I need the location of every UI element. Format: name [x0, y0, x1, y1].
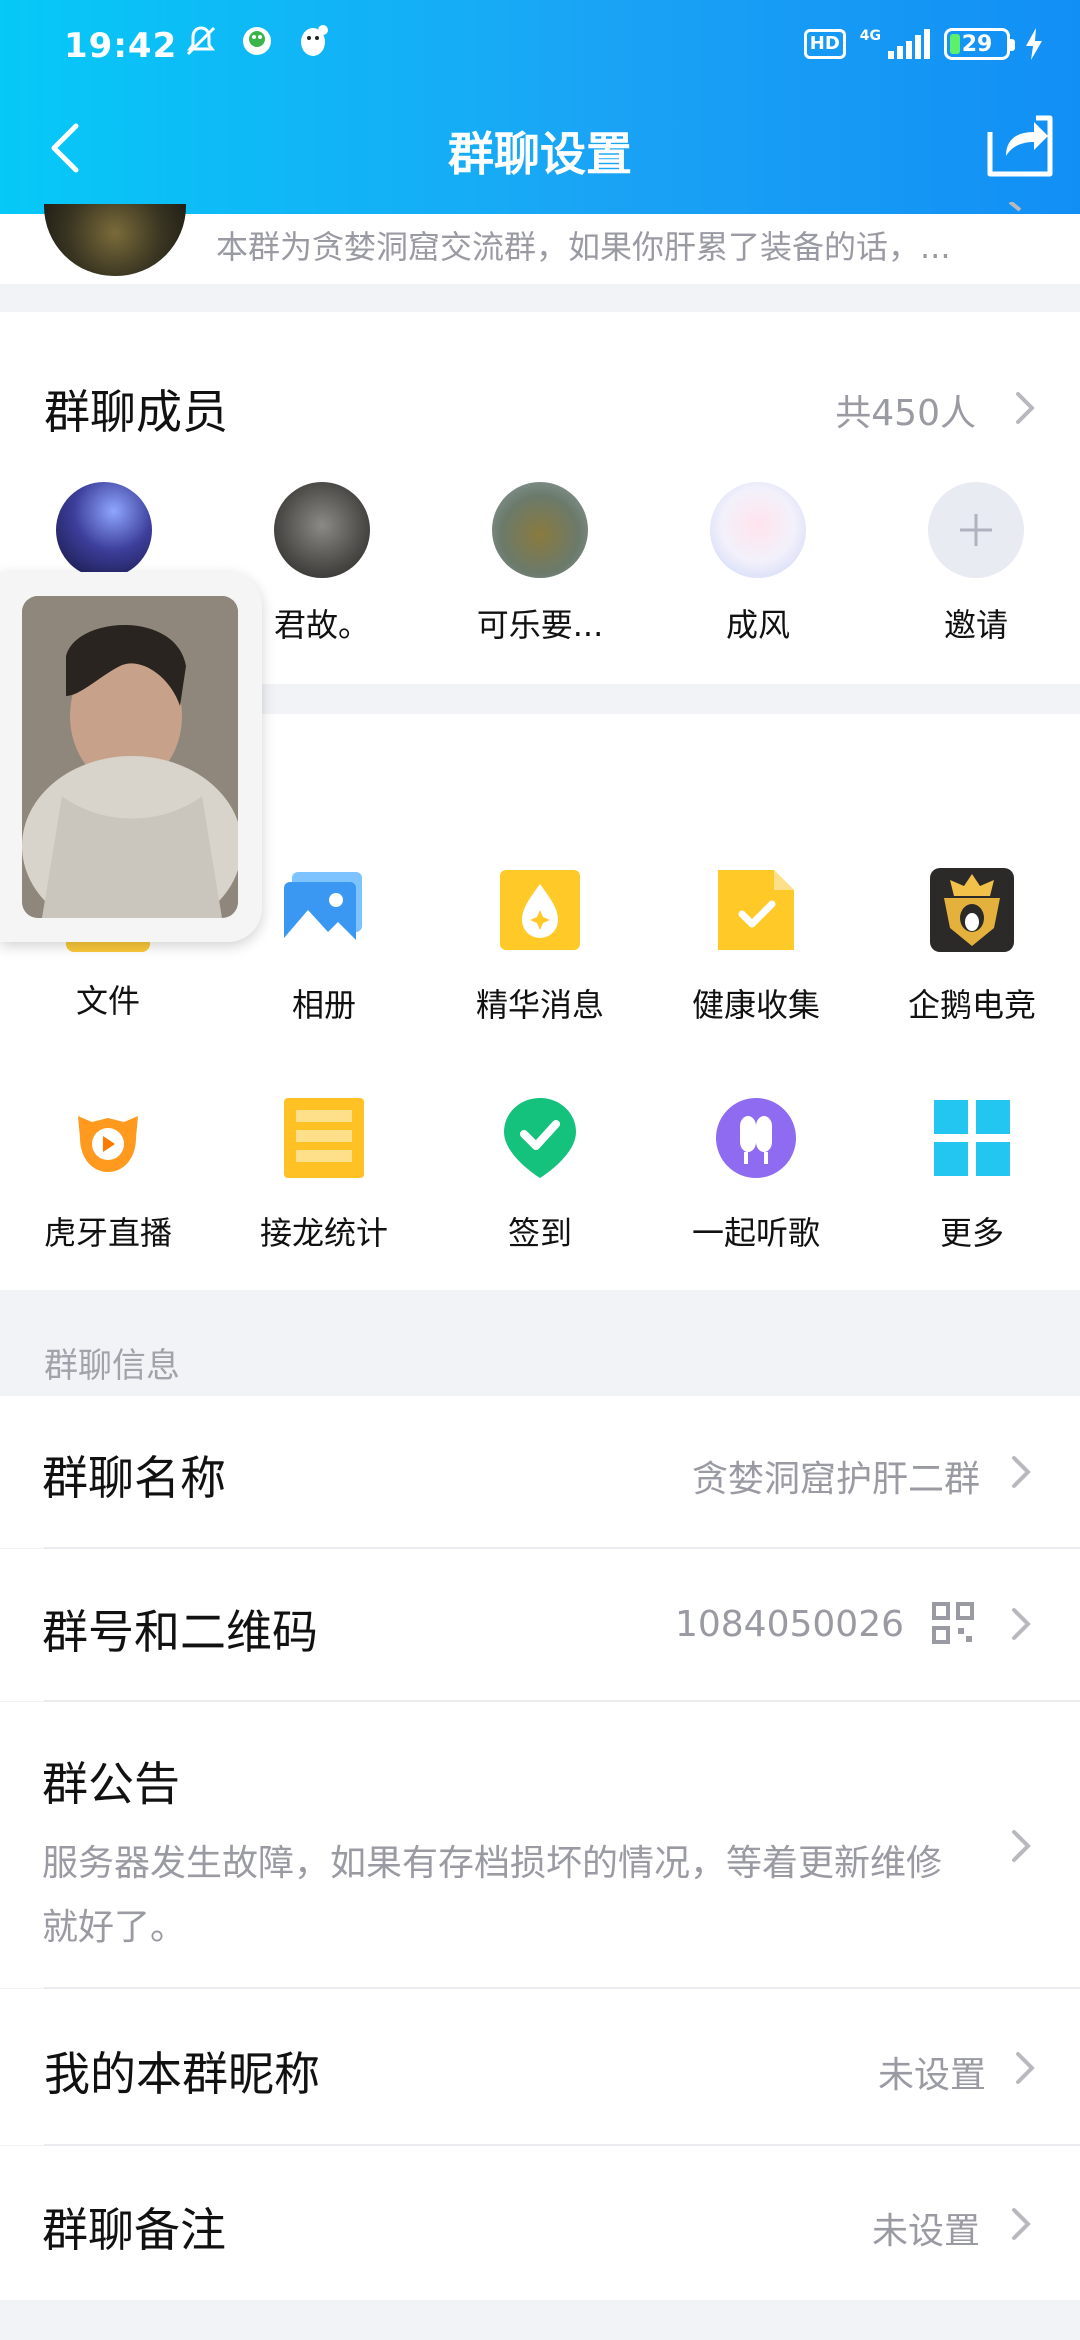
app-label: 一起听歌 — [691, 1214, 820, 1252]
app-checkin[interactable]: 签到 — [440, 1096, 640, 1254]
battery-level: 29 — [961, 31, 993, 57]
status-notification-icons — [182, 22, 332, 60]
section-label-group-info: 群聊信息 — [44, 1346, 180, 1386]
app-huya[interactable]: 虎牙直播 — [8, 1096, 208, 1254]
checkin-icon — [504, 1098, 576, 1178]
chevron-right-icon — [1012, 1608, 1031, 1640]
member-name: 可乐要... — [476, 606, 604, 644]
add-icon — [928, 482, 1024, 578]
app-label: 健康收集 — [691, 986, 820, 1024]
chevron-right-icon — [1012, 2208, 1031, 2240]
app-label: 精华消息 — [475, 986, 604, 1024]
my-nickname-label: 我的本群昵称 — [44, 2047, 320, 2101]
charging-icon — [1026, 28, 1042, 60]
app-header: 19:42 HD 4G 29 群聊设置 — [0, 0, 1080, 214]
app-label: 相册 — [291, 986, 356, 1024]
essence-icon — [500, 870, 580, 950]
huya-icon — [66, 1096, 150, 1180]
member-avatar — [710, 482, 806, 578]
more-grid-icon — [934, 1100, 1010, 1176]
app-label: 虎牙直播 — [43, 1214, 172, 1252]
network-type: 4G — [859, 28, 881, 44]
group-description: 本群为贪婪洞窟交流群，如果你肝累了装备的话，... — [216, 228, 951, 266]
app-essence[interactable]: 精华消息 — [440, 868, 640, 1026]
member-avatar — [492, 482, 588, 578]
member-avatar — [56, 482, 152, 578]
app-label: 企鹅电竞 — [907, 986, 1036, 1024]
chevron-right-icon[interactable] — [1014, 390, 1036, 426]
app-label: 接龙统计 — [259, 1214, 388, 1252]
group-name-value: 贪婪洞窟护肝二群 — [691, 1459, 980, 1500]
members-title: 群聊成员 — [44, 385, 228, 439]
group-remark-label: 群聊备注 — [42, 2203, 226, 2257]
member-item[interactable]: 君故。 — [237, 482, 407, 646]
share-icon[interactable] — [984, 112, 1056, 180]
chevron-right-icon — [1016, 2052, 1035, 2084]
health-collect-icon — [718, 870, 794, 950]
chevron-right-icon — [1012, 1456, 1031, 1488]
members-count[interactable]: 共450人 — [835, 384, 976, 436]
app-listen-music[interactable]: 一起听歌 — [656, 1096, 856, 1254]
chevron-right-icon — [1012, 1830, 1031, 1862]
member-item[interactable]: 成风 — [673, 482, 843, 646]
app-more[interactable]: 更多 — [872, 1096, 1072, 1254]
invite-label: 邀请 — [943, 606, 1008, 644]
member-name: 君故。 — [273, 606, 370, 644]
app-solitaire[interactable]: 接龙统计 — [224, 1096, 424, 1254]
member-avatar — [274, 482, 370, 578]
invite-button[interactable]: 邀请 — [891, 482, 1061, 646]
app-label: 签到 — [507, 1214, 572, 1252]
battery-icon: 29 — [944, 28, 1015, 60]
group-name-label: 群聊名称 — [42, 1451, 226, 1505]
page-title: 群聊设置 — [448, 127, 632, 181]
chevron-right-icon — [1008, 202, 1022, 212]
penguin-esports-icon — [930, 868, 1014, 952]
app-label: 更多 — [939, 1214, 1004, 1252]
music-icon — [716, 1098, 796, 1178]
app-label: 文件 — [75, 982, 140, 1020]
floating-video-window[interactable] — [0, 572, 262, 942]
group-notice-label: 群公告 — [42, 1757, 180, 1811]
status-bar: 19:42 HD 4G 29 — [0, 0, 1080, 96]
my-nickname-value: 未设置 — [877, 2055, 986, 2096]
qq-notification-icon — [301, 25, 328, 56]
group-notice-text-line1: 服务器发生故障，如果有存档损坏的情况，等着更新维修 — [42, 1843, 943, 1884]
member-item[interactable]: 可乐要... — [455, 482, 625, 646]
app-notification-icon — [243, 27, 271, 55]
member-name: 成风 — [725, 606, 790, 644]
group-notice-text-line2: 就好了。 — [42, 1907, 187, 1948]
hd-badge: HD — [803, 29, 846, 59]
mute-bell-icon — [186, 26, 216, 56]
qr-code-icon[interactable] — [932, 1602, 974, 1644]
video-feed[interactable] — [22, 596, 238, 918]
signal-icon: 4G — [860, 29, 930, 59]
status-right-icons: HD 4G 29 — [803, 28, 1044, 60]
app-penguin-esports[interactable]: 企鹅电竞 — [872, 868, 1072, 1026]
group-number-label: 群号和二维码 — [42, 1605, 318, 1659]
group-number-value: 1084050026 — [674, 1604, 904, 1645]
solitaire-icon — [284, 1098, 364, 1178]
album-icon — [284, 872, 362, 946]
status-time: 19:42 — [64, 26, 178, 66]
group-remark-value: 未设置 — [871, 2211, 980, 2252]
app-health-collect[interactable]: 健康收集 — [656, 868, 856, 1026]
